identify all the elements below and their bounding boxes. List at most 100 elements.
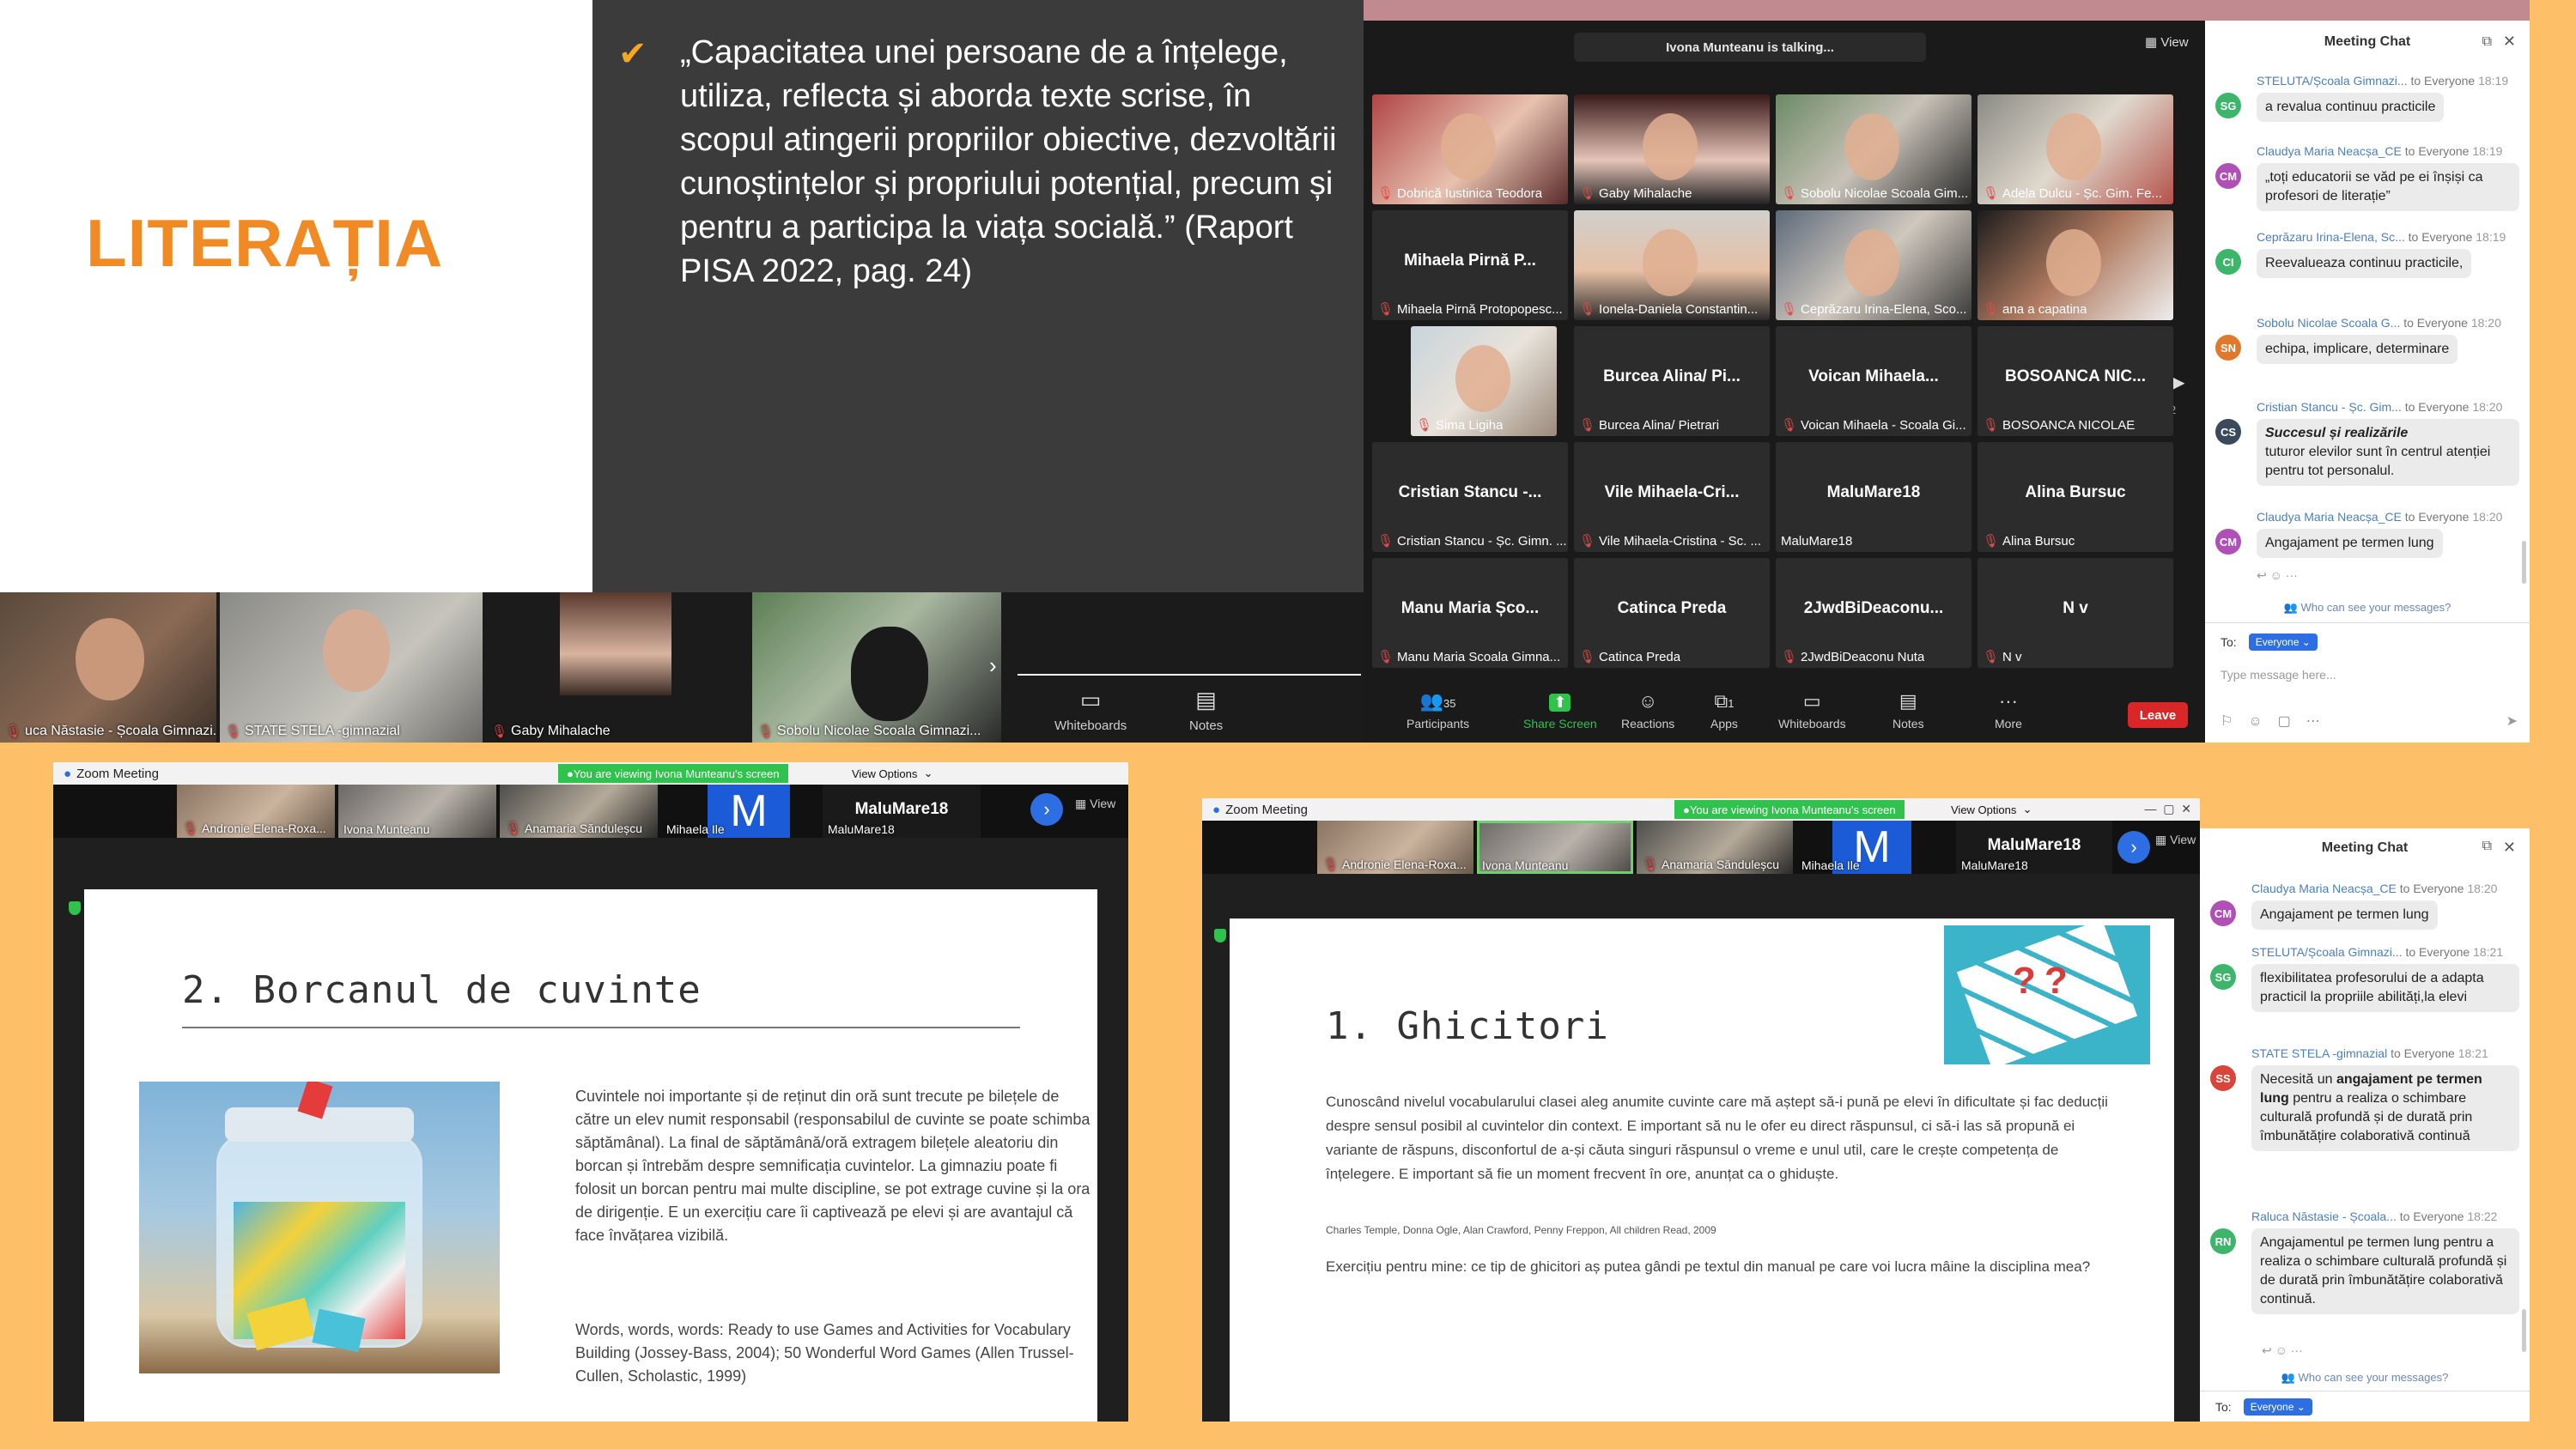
- gallery-tile[interactable]: Alina Bursuc 🎙 Alina Bursuc: [1978, 442, 2173, 552]
- gallery-tile[interactable]: MaluMare18 MaluMare18: [1776, 442, 1971, 552]
- gallery-tile[interactable]: Mihaela Pirnă P... 🎙 Mihaela Pirnă Protopo…: [1372, 210, 1568, 320]
- meeting-chat-panel: Meeting Chat ⧉ ✕ ↩ ☺ ··· 👥 Who can see y…: [2205, 0, 2530, 743]
- message-sender[interactable]: Cristian Stancu - Șc. Gim...: [2257, 400, 2405, 414]
- leave-button[interactable]: Leave: [2128, 702, 2188, 728]
- more-button[interactable]: ··· More: [1995, 690, 2022, 731]
- gallery-tile[interactable]: 🎙 Gaby Mihalache: [1574, 94, 1770, 204]
- next-page-button[interactable]: ›: [2117, 831, 2150, 864]
- notes-button[interactable]: ▤ Notes: [1189, 687, 1223, 733]
- video-tile[interactable]: 🎙 STATE STELA -gimnazial: [220, 592, 483, 743]
- video-tile[interactable]: 🎙 Andronie Elena-Roxa...: [177, 785, 335, 838]
- mic-muted-icon: 🎙: [1579, 418, 1596, 433]
- video-tile[interactable]: MaluMare18 MaluMare18: [1956, 821, 2112, 874]
- gallery-window: Ivona Munteanu is talking... ▦ View ▶ 1/…: [1364, 0, 2205, 743]
- participant-name: N v: [2063, 599, 2088, 617]
- close-icon[interactable]: ✕: [2503, 839, 2516, 857]
- participant-name: BOSOANCA NIC...: [2005, 367, 2146, 385]
- gallery-tile[interactable]: 2JwdBiDeaconu... 🎙 2JwdBiDeaconu Nuta: [1776, 558, 1971, 668]
- message-sender[interactable]: STELUTA/Școala Gimnazi...: [2251, 945, 2405, 959]
- question-marks: ??: [2013, 960, 2076, 1002]
- gallery-tile[interactable]: 🎙 Dobrică Iustinica Teodora: [1372, 94, 1568, 204]
- recipient-select[interactable]: Everyone ⌄: [2243, 1398, 2312, 1416]
- popout-icon[interactable]: ⧉: [2482, 839, 2492, 854]
- gallery-tile[interactable]: 🎙 Ceprăzaru Irina-Elena, Sco...: [1776, 210, 1971, 320]
- video-tile[interactable]: Ivona Munteanu: [1477, 821, 1633, 874]
- message-sender[interactable]: Sobolu Nicolae Scoala G...: [2257, 316, 2403, 330]
- message-sender[interactable]: Raluca Năstasie - Școala...: [2251, 1210, 2400, 1223]
- chat-message: Cristian Stancu - Șc. Gim... to Everyone…: [2215, 400, 2519, 503]
- message-actions[interactable]: ↩ ☺ ···: [2257, 568, 2298, 583]
- mic-muted-icon: 🎙: [1983, 534, 2000, 549]
- view-options-dropdown[interactable]: View Options ⌄: [852, 764, 933, 783]
- gallery-tile[interactable]: 🎙 ana a capatina: [1978, 210, 2173, 320]
- view-button[interactable]: ▦ View: [2145, 34, 2189, 50]
- view-button[interactable]: ▦ View: [2155, 833, 2196, 847]
- chat-tools[interactable]: ⚐☺▢⋯: [2221, 712, 2336, 730]
- message-sender[interactable]: Claudya Maria Neacșa_CE: [2251, 882, 2400, 895]
- whiteboards-button[interactable]: ▭ Whiteboards: [1778, 690, 1846, 731]
- message-bubble: Angajament pe termen lung: [2257, 529, 2443, 558]
- message-sender[interactable]: Claudya Maria Neacșa_CE: [2257, 510, 2405, 524]
- participant-name: Cristian Stancu -...: [1398, 483, 1542, 501]
- popout-icon[interactable]: ⧉: [2482, 34, 2492, 50]
- gallery-tile[interactable]: 🎙 Sima Ligiha: [1411, 326, 1557, 436]
- message-sender[interactable]: STELUTA/Școala Gimnazi...: [2257, 74, 2410, 88]
- participant-name: Burcea Alina/ Pi...: [1603, 367, 1741, 385]
- gallery-tile[interactable]: 🎙 Adela Dulcu - Șc. Gim. Fe...: [1978, 94, 2173, 204]
- video-tile[interactable]: 🎙 Anamaria Sănduleșcu: [500, 785, 658, 838]
- reactions-button[interactable]: ☺ Reactions: [1621, 690, 1674, 731]
- participants-button[interactable]: 👥35 Participants: [1406, 690, 1469, 731]
- who-can-see-link[interactable]: 👥 Who can see your messages?: [2200, 1371, 2530, 1385]
- gallery-tile[interactable]: BOSOANCA NIC... 🎙 BOSOANCA NICOLAE: [1978, 326, 2173, 436]
- video-tile[interactable]: MaluMare18 MaluMare18: [823, 785, 981, 838]
- whiteboards-button[interactable]: ▭ Whiteboards: [1054, 687, 1127, 733]
- video-tile[interactable]: 🎙 Andronie Elena-Roxa...: [1317, 821, 1473, 874]
- apps-button[interactable]: ⧉1 Apps: [1710, 690, 1738, 731]
- next-page-arrow-icon[interactable]: ›: [989, 652, 997, 679]
- participant-label: Mihaela Pirnă Protopopesc...: [1397, 301, 1563, 317]
- recipient-select[interactable]: Everyone ⌄: [2248, 634, 2318, 651]
- video-tile[interactable]: M Mihaela Ile: [1796, 821, 1953, 874]
- video-tile[interactable]: 🎙 Anamaria Sănduleșcu: [1637, 821, 1793, 874]
- window-title-bar: [1364, 0, 2205, 21]
- gallery-tile[interactable]: Voican Mihaela... 🎙 Voican Mihaela - Scoal…: [1776, 326, 1971, 436]
- gallery-tile[interactable]: Cristian Stancu -... 🎙 Cristian Stancu - Ș…: [1372, 442, 1568, 552]
- avatar: CM: [2210, 900, 2236, 926]
- scrollbar[interactable]: [2522, 541, 2526, 584]
- video-tile[interactable]: 🎙 uca Năstasie - Școala Gimnazi...: [0, 592, 216, 743]
- next-page-button[interactable]: ›: [1030, 793, 1063, 826]
- avatar: SG: [2215, 93, 2241, 118]
- scrollbar[interactable]: [2522, 1309, 2526, 1352]
- gallery-tile[interactable]: Vile Mihaela-Cri... 🎙 Vile Mihaela-Cristin…: [1574, 442, 1770, 552]
- close-icon[interactable]: ✕: [2503, 33, 2516, 51]
- word-jar-image: [139, 1082, 500, 1373]
- gallery-tile[interactable]: Manu Maria Șco... 🎙 Manu Maria Scoala Gimn…: [1372, 558, 1568, 668]
- gallery-tile[interactable]: Catinca Preda 🎙 Catinca Preda: [1574, 558, 1770, 668]
- message-sender[interactable]: STATE STELA -gimnazial: [2251, 1046, 2391, 1060]
- mic-muted-icon: 🎙: [1983, 650, 2000, 664]
- share-screen-button[interactable]: ⬆ Share Screen: [1523, 690, 1597, 731]
- who-can-see-link[interactable]: 👥 Who can see your messages?: [2205, 601, 2530, 615]
- window-controls[interactable]: — ▢ ✕: [2144, 802, 2191, 816]
- message-sender[interactable]: Ceprăzaru Irina-Elena, Sc...: [2257, 230, 2409, 244]
- view-options-dropdown[interactable]: View Options ⌄: [1951, 800, 2032, 819]
- video-tile[interactable]: M Mihaela Ile: [661, 785, 819, 838]
- video-tile[interactable]: Ivona Munteanu: [338, 785, 496, 838]
- video-tile[interactable]: 🎙 Gaby Mihalache: [486, 592, 749, 743]
- chat-message: Claudya Maria Neacșa_CE to Everyone 18:2…: [2215, 510, 2519, 558]
- participant-label: N v: [2002, 649, 2022, 664]
- video-tile[interactable]: 🎙 Sobolu Nicolae Scoala Gimnazi...: [752, 592, 1015, 743]
- gallery-tile[interactable]: N v 🎙 N v: [1978, 558, 2173, 668]
- message-input[interactable]: Type message here...: [2221, 668, 2336, 682]
- view-button[interactable]: ▦ View: [1075, 797, 1115, 811]
- notes-button[interactable]: ▤ Notes: [1893, 690, 1924, 731]
- message-sender[interactable]: Claudya Maria Neacșa_CE: [2257, 144, 2405, 158]
- gallery-tile[interactable]: 🎙 Sobolu Nicolae Scoala Gim...: [1776, 94, 1971, 204]
- message-actions[interactable]: ↩ ☺ ···: [2262, 1343, 2303, 1358]
- shared-document: 2. Borcanul de cuvinte Cuvintele noi imp…: [84, 889, 1097, 1422]
- gallery-tile[interactable]: Burcea Alina/ Pi... 🎙 Burcea Alina/ Pietra…: [1574, 326, 1770, 436]
- gallery-tile[interactable]: 🎙 Ionela-Daniela Constantin...: [1574, 210, 1770, 320]
- send-icon[interactable]: ➤: [2506, 712, 2518, 730]
- mic-muted-icon: 🎙: [1642, 858, 1659, 872]
- mic-muted-icon: 🎙: [1377, 302, 1394, 317]
